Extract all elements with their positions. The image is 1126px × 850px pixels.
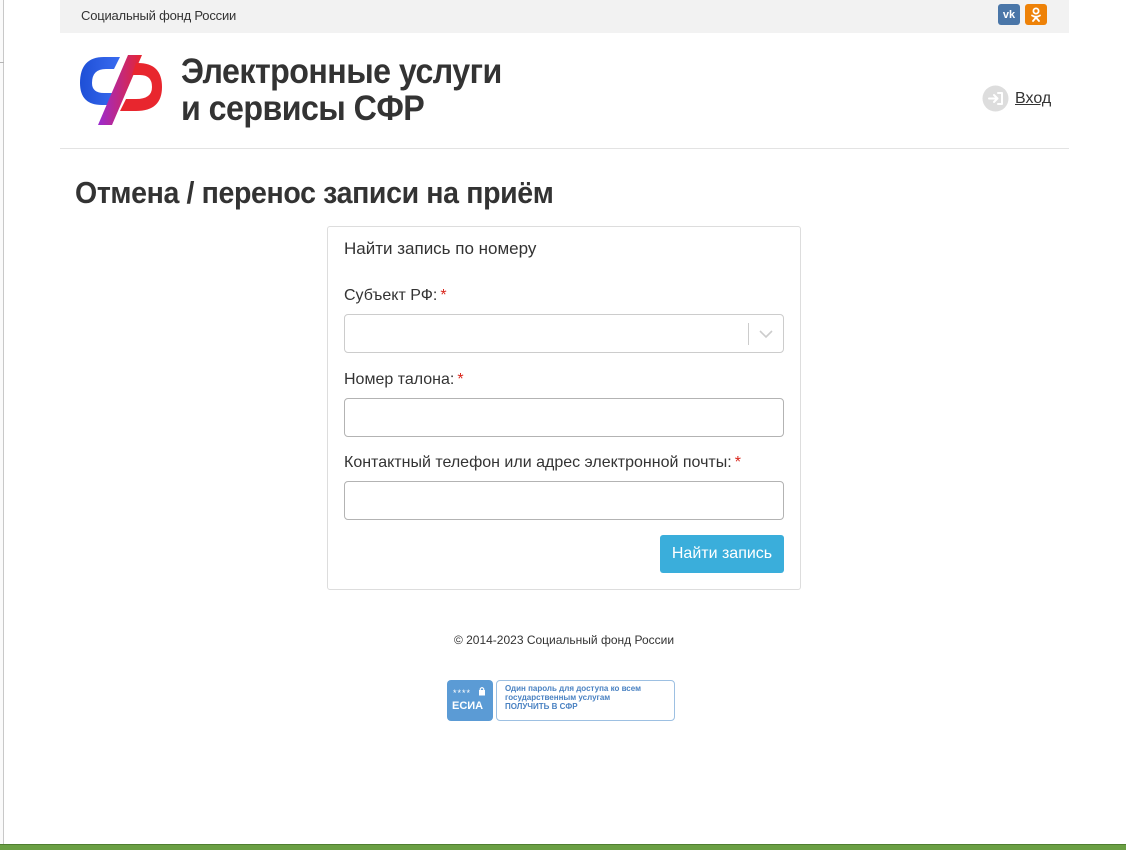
window-left-edge: [0, 0, 4, 850]
contact-label-text: Контактный телефон или адрес электронной…: [344, 454, 732, 471]
site-title: Электронные услуги и сервисы СФР: [181, 53, 502, 127]
select-separator: [748, 323, 749, 345]
ticket-label-text: Номер талона:: [344, 371, 455, 388]
contact-label: Контактный телефон или адрес электронной…: [344, 454, 741, 472]
ticket-number-input[interactable]: [344, 398, 784, 437]
odnoklassniki-icon[interactable]: [1025, 4, 1047, 25]
copyright-text: © 2014-2023 Социальный фонд России: [453, 633, 675, 647]
esia-text-line3: ПОЛУЧИТЬ В СФР: [505, 702, 578, 711]
sfr-logo-icon[interactable]: [74, 53, 162, 129]
login-label[interactable]: Вход: [1015, 90, 1051, 108]
top-bar: Социальный фонд России vk: [60, 0, 1069, 33]
login-link[interactable]: Вход: [982, 85, 1051, 112]
site-title-line2: и сервисы СФР: [181, 89, 425, 128]
page-title: Отмена / перенос записи на приём: [75, 175, 554, 210]
esia-text-line2: государственным услугам: [505, 693, 611, 702]
required-mark: *: [457, 371, 464, 388]
esia-text[interactable]: Один пароль для доступа ко всем государс…: [496, 680, 675, 721]
site-title-line1: Электронные услуги: [181, 52, 502, 91]
login-icon[interactable]: [982, 85, 1009, 112]
ticket-label: Номер талона: *: [344, 371, 464, 389]
site-header: Электронные услуги и сервисы СФР Вход: [60, 33, 1069, 149]
region-label-text: Субъект РФ:: [344, 287, 438, 304]
required-mark: *: [440, 287, 447, 304]
esia-text-line1: Один пароль для доступа ко всем: [505, 684, 642, 693]
esia-banner[interactable]: **** ЕСИА Один пароль для доступа ко все…: [447, 680, 675, 722]
esia-stars: ****: [453, 688, 472, 698]
region-select[interactable]: [344, 314, 784, 353]
bottom-status-bar: [0, 844, 1126, 850]
panel-title: Найти запись по номеру: [344, 239, 537, 258]
find-record-button[interactable]: Найти запись: [660, 535, 784, 573]
required-mark: *: [734, 454, 741, 471]
copyright: © 2014-2023 Социальный фонд России: [0, 633, 1126, 647]
region-label: Субъект РФ: *: [344, 287, 447, 305]
esia-badge[interactable]: **** ЕСИА: [447, 680, 493, 721]
vk-icon[interactable]: vk: [998, 4, 1020, 25]
find-record-panel: Найти запись по номеру Субъект РФ: * Номе…: [327, 226, 801, 590]
top-bar-org-name: Социальный фонд России: [81, 8, 237, 23]
lock-icon: [479, 687, 485, 696]
chevron-down-icon[interactable]: [758, 327, 774, 341]
esia-name: ЕСИА: [452, 700, 484, 712]
contact-input[interactable]: [344, 481, 784, 520]
window-edge-mark: [0, 62, 4, 63]
